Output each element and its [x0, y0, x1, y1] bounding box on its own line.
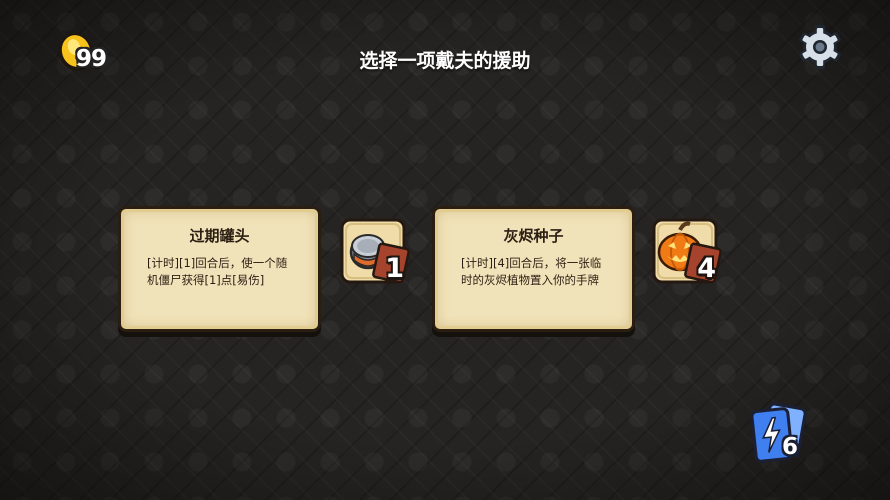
option-title: 过期罐头 [189, 227, 250, 245]
option-description: [计时][4]回合后，将一张临时的灰烬植物置入你的手牌 [461, 256, 602, 287]
option-title: 灰烬种子 [503, 227, 564, 245]
deck-count: 6 [782, 434, 799, 460]
deck-button[interactable]: 6 [750, 402, 810, 466]
option-description: [计时][1]回合后，使一个随机僵尸获得[1]点[易伤] [147, 256, 288, 287]
lightning-card-deck-icon [750, 402, 807, 463]
gear-icon [799, 25, 841, 69]
settings-button[interactable] [797, 24, 843, 70]
page-title: 选择一项戴夫的援助 [359, 50, 531, 72]
option-item-badge[interactable]: 1 [338, 216, 410, 288]
option-item-count: 4 [697, 253, 716, 284]
aid-option-card[interactable]: 过期罐头 [计时][1]回合后，使一个随机僵尸获得[1]点[易伤] [118, 206, 321, 332]
option-item-badge[interactable]: 4 [650, 216, 722, 288]
aid-option-card[interactable]: 灰烬种子 [计时][4]回合后，将一张临时的灰烬植物置入你的手牌 [432, 206, 635, 332]
option-item-count: 1 [385, 253, 404, 284]
